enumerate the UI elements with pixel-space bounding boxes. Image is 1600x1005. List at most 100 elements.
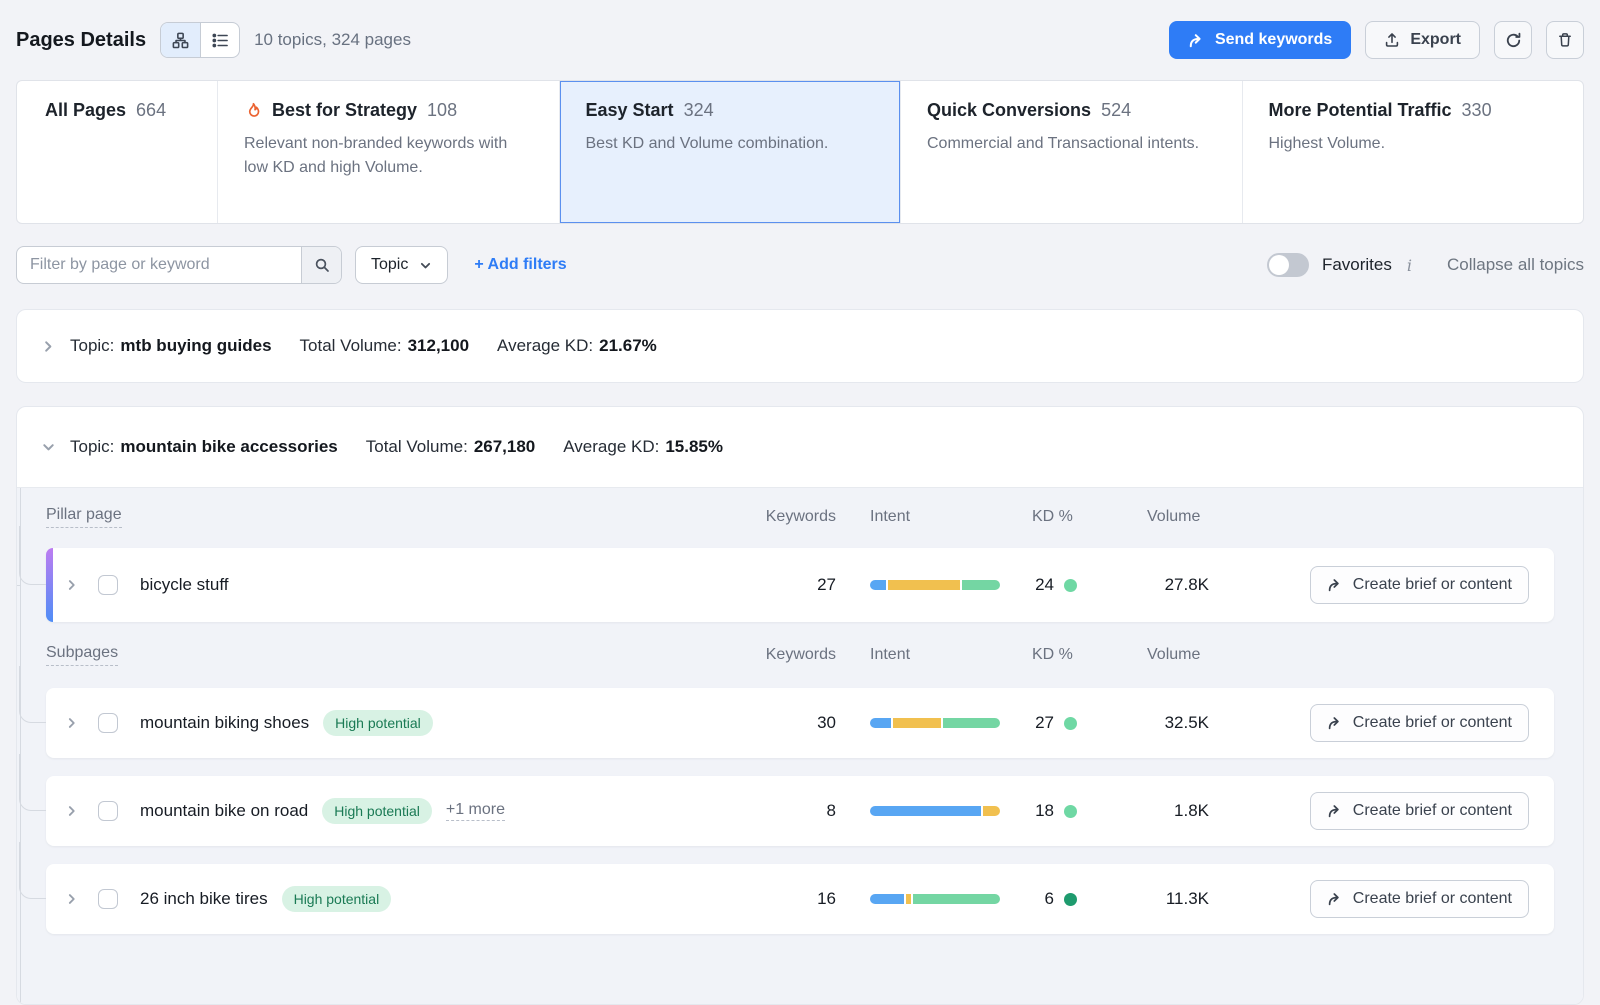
column-header-volume: Volume (1096, 508, 1236, 526)
kd-value: 18 (1032, 801, 1054, 821)
search-button[interactable] (301, 247, 341, 283)
favorites-label: Favorites (1322, 255, 1392, 275)
page-name[interactable]: mountain bike on road (140, 801, 308, 821)
export-button[interactable]: Export (1365, 21, 1480, 59)
send-keywords-button[interactable]: Send keywords (1169, 21, 1351, 59)
strategy-tabs: All Pages 664 Best for Strategy 108 Rele… (16, 80, 1584, 224)
row-checkbox[interactable] (98, 713, 118, 733)
row-checkbox[interactable] (98, 801, 118, 821)
send-arrow-icon (1188, 32, 1205, 49)
favorites-toggle[interactable] (1267, 253, 1309, 277)
page-name[interactable]: bicycle stuff (140, 575, 229, 595)
list-view-button[interactable] (200, 23, 239, 57)
info-icon[interactable]: i (1405, 256, 1414, 275)
row-checkbox[interactable] (98, 889, 118, 909)
send-arrow-icon (1327, 803, 1343, 819)
topic-name: mtb buying guides (120, 336, 271, 356)
topic-card-mountain-bike-accessories: Topic: mountain bike accessories Total V… (16, 406, 1584, 1005)
page-name[interactable]: 26 inch bike tires (140, 889, 268, 909)
high-potential-badge: High potential (322, 798, 432, 824)
create-brief-button[interactable]: Create brief or content (1310, 880, 1529, 918)
subpage-row: mountain bike on road High potential +1 … (46, 776, 1554, 846)
tab-more-potential-traffic[interactable]: More Potential Traffic 330 Highest Volum… (1242, 81, 1584, 223)
send-arrow-icon (1327, 577, 1343, 593)
send-arrow-icon (1327, 715, 1343, 731)
sitemap-icon (172, 32, 189, 49)
more-badges-link[interactable]: +1 more (446, 801, 505, 821)
topic-name: mountain bike accessories (120, 437, 337, 457)
kd-value: 27 (1032, 713, 1054, 733)
collapse-all-topics-button[interactable]: Collapse all topics (1447, 255, 1584, 275)
topic-total-volume: 312,100 (408, 336, 469, 356)
chevron-down-icon[interactable] (41, 440, 57, 455)
chevron-right-icon[interactable] (41, 339, 57, 354)
tab-best-for-strategy[interactable]: Best for Strategy 108 Relevant non-brand… (217, 81, 559, 223)
pages-table: Pillar page Keywords Intent KD % Volume … (17, 487, 1583, 1004)
column-header-keywords: Keywords (756, 646, 836, 664)
search-icon (314, 257, 330, 273)
list-icon (212, 32, 229, 49)
keywords-count: 30 (756, 713, 836, 733)
send-arrow-icon (1327, 891, 1343, 907)
pillar-page-label: Pillar page (46, 506, 122, 528)
delete-button[interactable] (1546, 21, 1584, 59)
search-box (16, 246, 342, 284)
column-header-intent: Intent (836, 508, 1000, 526)
flame-icon (244, 102, 262, 120)
intent-bar (870, 718, 1000, 728)
subpage-row: 26 inch bike tires High potential 16 6 1… (46, 864, 1554, 934)
view-toggle (160, 22, 240, 58)
row-expand-chevron-icon[interactable] (61, 712, 83, 734)
intent-bar (870, 806, 1000, 816)
kd-difficulty-dot (1064, 893, 1077, 906)
intent-bar (870, 894, 1000, 904)
subpage-row: mountain biking shoes High potential 30 … (46, 688, 1554, 758)
filter-bar: Topic + Add filters Favorites i Collapse… (16, 246, 1584, 284)
tab-quick-conversions[interactable]: Quick Conversions 524 Commercial and Tra… (900, 81, 1242, 223)
tab-all-pages[interactable]: All Pages 664 (17, 81, 217, 223)
add-filters-button[interactable]: + Add filters (474, 256, 566, 274)
row-expand-chevron-icon[interactable] (61, 574, 83, 596)
kd-difficulty-dot (1064, 805, 1077, 818)
toggle-knob (1269, 255, 1289, 275)
create-brief-button[interactable]: Create brief or content (1310, 792, 1529, 830)
volume-value: 27.8K (1096, 575, 1236, 595)
refresh-button[interactable] (1494, 21, 1532, 59)
topics-pages-summary: 10 topics, 324 pages (254, 30, 411, 50)
top-bar: Pages Details 10 topics, 324 pages (0, 0, 1600, 80)
subpages-label: Subpages (46, 644, 118, 666)
kd-difficulty-dot (1064, 579, 1077, 592)
keywords-count: 8 (756, 801, 836, 821)
row-expand-chevron-icon[interactable] (61, 800, 83, 822)
create-brief-button[interactable]: Create brief or content (1310, 566, 1529, 604)
trash-icon (1557, 32, 1573, 48)
kd-value: 6 (1032, 889, 1054, 909)
topic-row-mtb-buying-guides[interactable]: Topic: mtb buying guides Total Volume: 3… (16, 309, 1584, 383)
intent-bar (870, 580, 1000, 590)
subpages-header-row: Subpages Keywords Intent KD % Volume (46, 640, 1554, 670)
volume-value: 1.8K (1096, 801, 1236, 821)
column-header-kd: KD % (1000, 646, 1096, 664)
chevron-down-icon (419, 259, 432, 272)
keywords-count: 16 (756, 889, 836, 909)
search-input[interactable] (17, 247, 301, 283)
high-potential-badge: High potential (323, 710, 433, 736)
row-expand-chevron-icon[interactable] (61, 888, 83, 910)
volume-value: 32.5K (1096, 713, 1236, 733)
page-name[interactable]: mountain biking shoes (140, 713, 309, 733)
column-header-keywords: Keywords (756, 508, 836, 526)
tree-view-button[interactable] (161, 23, 200, 57)
refresh-icon (1505, 32, 1522, 49)
create-brief-button[interactable]: Create brief or content (1310, 704, 1529, 742)
topic-row-mountain-bike-accessories[interactable]: Topic: mountain bike accessories Total V… (17, 407, 1583, 487)
keywords-count: 27 (756, 575, 836, 595)
volume-value: 11.3K (1096, 889, 1236, 909)
tab-easy-start[interactable]: Easy Start 324 Best KD and Volume combin… (559, 81, 901, 223)
pillar-header-row: Pillar page Keywords Intent KD % Volume (46, 502, 1554, 532)
high-potential-badge: High potential (282, 886, 392, 912)
topic-filter-dropdown[interactable]: Topic (355, 246, 448, 284)
topic-average-kd: 21.67% (599, 336, 657, 356)
topic-average-kd: 15.85% (665, 437, 723, 457)
column-header-volume: Volume (1096, 646, 1236, 664)
row-checkbox[interactable] (98, 575, 118, 595)
